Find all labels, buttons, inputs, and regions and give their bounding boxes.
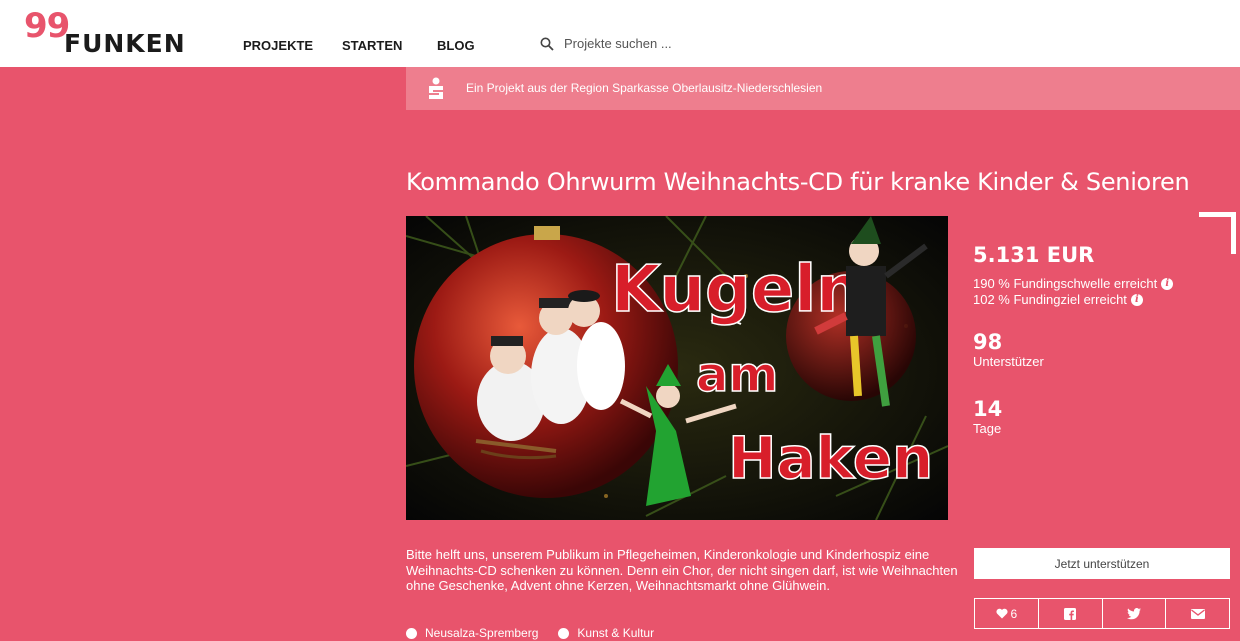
tag-category-label: Kunst & Kultur bbox=[577, 626, 655, 640]
search-box bbox=[540, 36, 764, 51]
mail-share-button[interactable] bbox=[1166, 599, 1229, 628]
funding-goal: 102 % Fundingziel erreicht i bbox=[973, 292, 1143, 308]
project-tags: Neusalza-Spremberg Kunst & Kultur bbox=[406, 626, 674, 640]
nav-blog[interactable]: BLOG bbox=[437, 38, 475, 53]
region-banner[interactable]: Ein Projekt aus der Region Sparkasse Obe… bbox=[406, 67, 1240, 110]
twitter-share-button[interactable] bbox=[1103, 599, 1167, 628]
funding-amount: 5.131 EUR bbox=[973, 243, 1094, 267]
supporters-count: 98 bbox=[973, 330, 1003, 354]
nav-starten[interactable]: STARTEN bbox=[342, 38, 402, 53]
facebook-share-button[interactable] bbox=[1039, 599, 1103, 628]
logo-number: 99 bbox=[24, 6, 70, 46]
amount-value: 5.131 EUR bbox=[973, 243, 1095, 267]
like-button[interactable]: 6 bbox=[975, 599, 1039, 628]
tag-location-label: Neusalza-Spremberg bbox=[425, 626, 539, 640]
facebook-icon bbox=[1064, 607, 1077, 620]
search-icon[interactable] bbox=[540, 37, 554, 51]
image-word-kugeln: Kugeln bbox=[611, 253, 862, 327]
goal-text: 102 % Fundingziel erreicht bbox=[973, 292, 1127, 307]
days-label: Tage bbox=[973, 421, 1002, 436]
project-title: Kommando Ohrwurm Weihnachts-CD für krank… bbox=[406, 168, 1190, 196]
project-image[interactable]: Kugeln am Haken bbox=[406, 216, 948, 520]
search-input[interactable] bbox=[564, 36, 764, 51]
region-banner-text: Ein Projekt aus der Region Sparkasse Obe… bbox=[466, 81, 823, 95]
site-header: 99 FUNKEN PROJEKTE STARTEN BLOG bbox=[0, 0, 1240, 67]
heart-icon bbox=[995, 608, 1008, 619]
funding-threshold: 190 % Fundingschwelle erreicht i bbox=[973, 276, 1174, 292]
image-word-am: am bbox=[696, 347, 778, 403]
info-icon[interactable]: i bbox=[1161, 278, 1174, 290]
tag-location[interactable]: Neusalza-Spremberg bbox=[406, 626, 538, 640]
days-left: 14 Tage bbox=[973, 397, 1002, 437]
nav-projekte[interactable]: PROJEKTE bbox=[243, 38, 313, 53]
sparkasse-logo-icon bbox=[429, 77, 443, 99]
mail-icon bbox=[1190, 608, 1205, 619]
logo-word: FUNKEN bbox=[64, 29, 186, 58]
supporters-label: Unterstützer bbox=[973, 354, 1044, 369]
share-bar: 6 bbox=[974, 598, 1230, 629]
project-image-illustration: Kugeln am Haken bbox=[406, 216, 948, 520]
corner-decoration bbox=[1199, 212, 1240, 254]
category-icon bbox=[558, 627, 570, 639]
tag-category[interactable]: Kunst & Kultur bbox=[558, 626, 654, 640]
info-icon[interactable]: i bbox=[1130, 294, 1143, 306]
like-count: 6 bbox=[1010, 606, 1018, 621]
twitter-icon bbox=[1126, 607, 1141, 619]
threshold-text: 190 % Fundingschwelle erreicht bbox=[973, 276, 1158, 291]
location-icon bbox=[406, 627, 417, 639]
supporters: 98 Unterstützer bbox=[973, 330, 1044, 370]
support-button[interactable]: Jetzt unterstützen bbox=[974, 548, 1230, 579]
image-word-haken: Haken bbox=[728, 424, 933, 492]
project-description: Bitte helft uns, unserem Publikum in Pfl… bbox=[406, 547, 958, 593]
days-count: 14 bbox=[973, 397, 1003, 421]
